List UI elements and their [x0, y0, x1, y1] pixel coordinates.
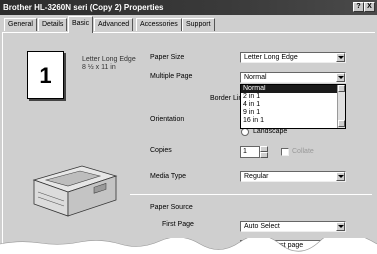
dropdown-option[interactable]: 16 in 1: [241, 117, 345, 125]
page-preview: 1: [27, 51, 64, 99]
first-page-label: First Page: [162, 221, 194, 228]
chevron-down-icon[interactable]: [336, 53, 345, 62]
landscape-radio[interactable]: [241, 128, 249, 136]
dropdown-option[interactable]: 4 in 1: [241, 101, 345, 109]
tab-label: Support: [186, 21, 211, 28]
tab-support[interactable]: Support: [182, 18, 215, 31]
dropdown-option[interactable]: 9 in 1: [241, 109, 345, 117]
landscape-label: Landscape: [253, 128, 288, 135]
tab-label: Advanced: [98, 21, 130, 28]
close-button[interactable]: X: [364, 2, 375, 12]
tab-label: Details: [42, 21, 64, 28]
paper-size-select[interactable]: Letter Long Edge: [240, 52, 346, 63]
paper-source-heading: Paper Source: [150, 204, 193, 211]
multiple-page-select[interactable]: Normal: [240, 72, 346, 83]
dropdown-option[interactable]: 2 in 1: [241, 93, 345, 101]
copies-input[interactable]: 1: [240, 146, 260, 158]
collate-label: Collate: [292, 148, 314, 155]
media-type-select[interactable]: Regular: [240, 171, 346, 182]
tab-details[interactable]: Details: [38, 18, 68, 31]
tab-basic[interactable]: Basic: [68, 16, 94, 33]
scroll-down-button[interactable]: [338, 120, 345, 127]
help-button[interactable]: ?: [353, 2, 364, 12]
title-bar: Brother HL-3260N seri (Copy 2) Propertie…: [0, 0, 377, 15]
border-line-label: Border Lin: [210, 95, 243, 102]
first-page-select[interactable]: Auto Select: [240, 221, 346, 232]
spin-down-button[interactable]: [260, 152, 268, 158]
chevron-down-icon[interactable]: [336, 222, 345, 231]
orientation-label: Orientation: [150, 116, 185, 123]
paper-size-label: Paper Size: [150, 54, 185, 61]
tab-label: General: [8, 21, 33, 28]
chevron-down-icon[interactable]: [336, 73, 345, 82]
collate-checkbox[interactable]: [281, 148, 289, 156]
multiple-page-value: Normal: [244, 74, 267, 81]
tab-advanced[interactable]: Advanced: [94, 18, 134, 31]
preview-pages-count: 1: [39, 63, 52, 88]
tab-accessories[interactable]: Accessories: [136, 18, 182, 31]
tab-label: Accessories: [140, 21, 178, 28]
first-page-value: Auto Select: [244, 223, 280, 230]
copies-value: 1: [243, 148, 247, 155]
scroll-up-button[interactable]: [338, 85, 345, 92]
torn-edge: [0, 238, 377, 254]
preview-paper-name: Letter Long Edge: [82, 56, 136, 63]
media-type-label: Media Type: [150, 173, 187, 180]
paper-size-value: Letter Long Edge: [244, 54, 298, 61]
printer-illustration: [32, 165, 118, 217]
media-type-value: Regular: [244, 173, 269, 180]
copies-label: Copies: [150, 147, 172, 154]
window-title: Brother HL-3260N seri (Copy 2) Propertie…: [3, 3, 164, 12]
chevron-down-icon[interactable]: [336, 172, 345, 181]
tab-general[interactable]: General: [4, 18, 37, 31]
dropdown-scrollbar[interactable]: [337, 85, 345, 128]
dropdown-option[interactable]: Normal: [241, 85, 345, 93]
multiple-page-label: Multiple Page: [150, 73, 193, 80]
separator: [130, 194, 372, 195]
tab-label: Basic: [72, 20, 90, 27]
preview-paper-dims: 8 ½ x 11 in: [82, 64, 116, 71]
multiple-page-dropdown-list[interactable]: Normal 2 in 1 4 in 1 9 in 1 16 in 1: [240, 84, 346, 129]
